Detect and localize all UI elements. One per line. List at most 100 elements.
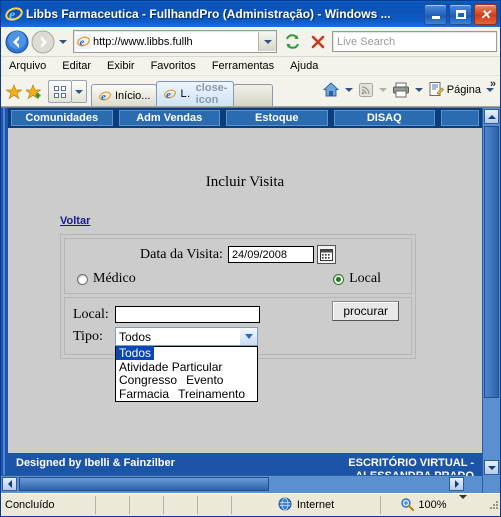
vertical-scrollbar[interactable] (482, 108, 500, 493)
close-icon[interactable]: close-icon (196, 82, 228, 106)
nav-item-comunidades[interactable]: Comunidades (11, 110, 113, 126)
vertical-scroll-thumb[interactable] (484, 126, 499, 398)
date-value: 24/09/2008 (231, 248, 287, 261)
horizontal-scroll-thumb[interactable] (19, 477, 269, 491)
search-input[interactable]: Live Search (332, 31, 497, 52)
tab-list-icon[interactable] (72, 80, 87, 103)
window-title: Libbs Farmaceutica - FullhandPro (Admini… (26, 7, 391, 21)
nav-item-estoque[interactable]: Estoque (226, 110, 328, 126)
status-pane-4 (198, 496, 232, 514)
scroll-up-icon[interactable] (484, 109, 499, 124)
svg-text:e: e (101, 91, 106, 103)
horizontal-scrollbar[interactable] (1, 475, 465, 493)
procurar-button[interactable]: procurar (332, 301, 399, 321)
chevron-down-icon[interactable] (240, 328, 257, 345)
window-controls: ✕ (424, 3, 500, 25)
nav-item-blank[interactable] (441, 110, 479, 126)
stop-icon[interactable] (305, 29, 330, 54)
radio-medico-label: Médico (93, 271, 136, 286)
page-content: Comunidades Adm Vendas Estoque DISAQ Inc… (1, 108, 482, 493)
page-left-edge (1, 108, 8, 493)
radio-medico-control[interactable] (77, 273, 88, 285)
page-menu-button[interactable]: Página (426, 79, 483, 101)
zoom-control[interactable]: 100% (381, 495, 486, 514)
security-zone[interactable]: Internet (232, 496, 381, 514)
ie-favicon-icon: e (76, 34, 91, 49)
dropdown-option-evento[interactable]: Evento (183, 373, 226, 387)
dropdown-option-treinamento[interactable]: Treinamento (175, 387, 248, 401)
printer-icon[interactable] (390, 79, 412, 101)
toolbar-overflow-icon[interactable]: » (490, 78, 496, 90)
back-link[interactable]: Voltar (60, 215, 90, 227)
home-dropdown-icon[interactable] (342, 88, 356, 92)
nav-item-adm-vendas[interactable]: Adm Vendas (118, 110, 220, 126)
menu-item-exibir[interactable]: Exibir (107, 60, 135, 72)
menu-bar: Arquivo Editar Exibir Favoritos Ferramen… (1, 57, 500, 76)
close-button[interactable]: ✕ (474, 3, 497, 25)
svg-text:e: e (166, 89, 171, 101)
dropdown-option-congresso[interactable]: Congresso (116, 373, 180, 387)
nav-item-disaq[interactable]: DISAQ (333, 110, 435, 126)
status-pane-2 (130, 496, 164, 514)
history-dropdown-icon[interactable] (56, 39, 70, 44)
menu-item-editar[interactable]: Editar (62, 60, 91, 72)
status-text: Concluído (1, 496, 96, 514)
zoom-dropdown-icon[interactable] (458, 495, 467, 511)
quick-tabs-icon[interactable] (48, 80, 72, 103)
star-plus-icon[interactable] (24, 82, 44, 102)
forward-arrow-icon (30, 29, 56, 55)
status-pane-1 (96, 496, 130, 514)
tab-inicio[interactable]: e Início... (91, 84, 158, 106)
maximize-button[interactable] (449, 3, 472, 25)
radio-local-control[interactable] (333, 273, 345, 285)
local-input[interactable] (115, 306, 260, 323)
home-icon[interactable] (320, 79, 342, 101)
printer-dropdown-icon[interactable] (412, 88, 426, 92)
tab-label: Início... (115, 89, 151, 102)
globe-icon (278, 497, 292, 514)
radio-local[interactable]: Local (333, 271, 381, 287)
menu-item-arquivo[interactable]: Arquivo (9, 60, 46, 72)
visit-form-panel: Data da Visita: 24/09/2008 Médico Local … (60, 234, 416, 402)
resize-grip[interactable] (488, 499, 500, 511)
minimize-button[interactable] (424, 3, 447, 25)
ie-favicon-icon: e (98, 89, 112, 103)
scroll-right-icon[interactable] (449, 477, 464, 491)
page-icon (428, 81, 444, 100)
star-icon[interactable] (4, 82, 24, 102)
tipo-dropdown-list[interactable]: Todos Atividade Particular Congresso Eve… (115, 346, 258, 402)
tab-libbs[interactable]: e Li... close-icon (156, 81, 235, 106)
url-input[interactable]: e http://www.libbs.fullh (73, 30, 277, 53)
scroll-left-icon[interactable] (2, 477, 17, 491)
url-text: http://www.libbs.fullh (93, 35, 193, 48)
back-arrow-icon[interactable] (4, 29, 30, 55)
page-title: Incluir Visita (205, 174, 285, 190)
tipo-select[interactable]: Todos (115, 327, 258, 346)
ie-favicon-icon: e (163, 87, 177, 101)
tipo-row: Tipo: Todos Todos Atividade Particular C… (65, 325, 411, 402)
security-zone-label: Internet (296, 499, 335, 511)
menu-item-favoritos[interactable]: Favoritos (151, 60, 196, 72)
date-input[interactable]: 24/09/2008 (227, 246, 314, 263)
calendar-icon[interactable] (316, 245, 336, 264)
status-pane-3 (164, 496, 198, 514)
url-dropdown-icon[interactable] (258, 32, 276, 51)
radio-local-label: Local (349, 271, 381, 286)
tipo-select-wrap: Todos Todos Atividade Particular Congres… (115, 327, 258, 402)
footer-credit: Designed by Ibelli & Fainzilber (16, 457, 175, 469)
type-radio-row: Médico Local (65, 271, 411, 287)
footer-office-line1: ESCRITÓRIO VIRTUAL - (348, 457, 474, 469)
scroll-down-icon[interactable] (484, 460, 499, 475)
dropdown-option-farmacia[interactable]: Farmacia (116, 387, 172, 401)
menu-item-ajuda[interactable]: Ajuda (290, 60, 318, 72)
dropdown-option-todos[interactable]: Todos (116, 346, 155, 360)
new-tab-button[interactable] (233, 84, 274, 106)
menu-item-ferramentas[interactable]: Ferramentas (212, 60, 274, 72)
browser-window: e Libbs Farmaceutica - FullhandPro (Admi… (0, 0, 501, 517)
address-bar: e http://www.libbs.fullh Live Search (1, 27, 500, 57)
radio-medico[interactable]: Médico (77, 271, 136, 287)
dropdown-option-atividade-particular[interactable]: Atividade Particular (116, 360, 225, 374)
command-bar: e Início... e Li... close-icon (1, 76, 500, 107)
page-body: Incluir Visita Voltar Data da Visita: 24… (8, 130, 482, 453)
refresh-icon[interactable] (280, 29, 305, 54)
